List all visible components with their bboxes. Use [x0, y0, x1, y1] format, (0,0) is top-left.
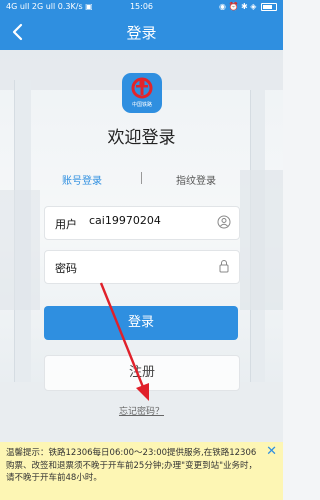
notice-text: 温馨提示：铁路12306每日06:00～23:00提供服务,在铁路12306购票… [6, 448, 258, 483]
notice-banner: 温馨提示：铁路12306每日06:00～23:00提供服务,在铁路12306购票… [0, 442, 283, 500]
forgot-password-link[interactable]: 忘记密码？ [0, 404, 283, 417]
login-button[interactable]: 登录 [44, 306, 238, 340]
close-icon[interactable]: ✕ [266, 445, 277, 458]
register-button[interactable]: 注册 [44, 355, 240, 391]
password-field[interactable]: 密码 [44, 250, 240, 284]
app-logo: 中国铁路 [122, 73, 162, 113]
password-label: 密码 [55, 262, 77, 275]
battery-icon [261, 2, 277, 11]
app-header: 登录 [0, 14, 283, 50]
tab-account-login[interactable]: 账号登录 [62, 172, 102, 187]
username-label: 用户 [55, 218, 77, 231]
password-input[interactable] [89, 258, 209, 271]
tab-fingerprint-login[interactable]: 指纹登录 [176, 172, 216, 187]
username-field[interactable]: 用户 [44, 206, 240, 240]
status-icons: ◉ ⏰ ✱ ◈ [219, 0, 277, 14]
username-input[interactable] [89, 214, 209, 227]
logo-text: 中国铁路 [131, 102, 152, 108]
page-title: 登录 [126, 24, 157, 42]
lock-icon [219, 260, 229, 273]
welcome-heading: 欢迎登录 [107, 128, 176, 148]
tab-divider [141, 172, 142, 184]
status-right-icons: ◉ ⏰ ✱ ◈ [219, 2, 257, 11]
status-bar: 4G ull 2G ull 0.3K/s ▣ 15:06 ◉ ⏰ ✱ ◈ [0, 0, 283, 14]
user-icon [217, 215, 231, 229]
